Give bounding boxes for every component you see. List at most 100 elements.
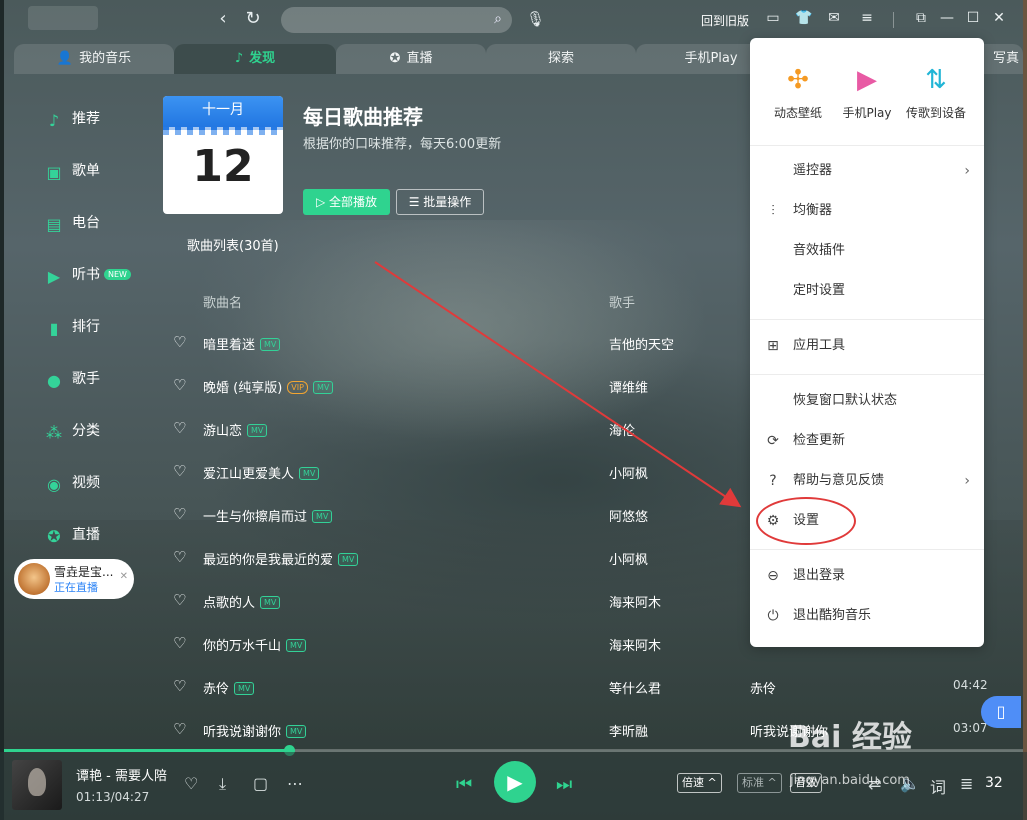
play-button[interactable]: ▶ <box>494 761 536 803</box>
sidebar-item-live[interactable]: ✪ 直播 <box>45 522 100 548</box>
song-title[interactable]: 爱江山更爱美人 MV <box>203 463 320 482</box>
close-icon[interactable]: ✕ <box>990 10 1008 26</box>
quality-button[interactable]: 标准 ^ <box>737 773 782 793</box>
heart-icon[interactable]: ♡ <box>173 677 186 695</box>
now-playing-title[interactable]: 谭艳 - 需要人陪 <box>76 765 167 784</box>
sidebar-item-videos[interactable]: ◉ 视频 <box>45 470 100 496</box>
heart-icon[interactable]: ♡ <box>173 505 186 523</box>
search-input[interactable]: ⌕ <box>281 7 512 33</box>
tab-my-music[interactable]: 👤 我的音乐 <box>14 44 174 74</box>
speed-button[interactable]: 倍速 ^ <box>677 773 722 793</box>
mv-badge[interactable]: MV <box>260 338 281 351</box>
minimode-icon[interactable]: ⧉ <box>912 10 930 26</box>
menu-item-help-feedback[interactable]: ? 帮助与意见反馈 › <box>750 463 984 499</box>
search-icon[interactable]: ⌕ <box>494 11 502 27</box>
mv-badge[interactable]: MV <box>260 596 281 609</box>
playlist-icon[interactable]: ≣ <box>960 774 973 793</box>
menu-item-check-update[interactable]: ⟳ 检查更新 <box>750 423 984 459</box>
mv-badge[interactable]: MV <box>286 725 307 738</box>
shirt-icon[interactable]: 👕 <box>795 10 813 26</box>
mv-badge[interactable]: MV <box>312 381 334 394</box>
tab-live[interactable]: ✪ 直播 <box>336 44 486 74</box>
heart-icon[interactable]: ♡ <box>184 774 198 793</box>
song-singer[interactable]: 吉他的天空 <box>609 334 674 353</box>
song-title[interactable]: 你的万水千山 MV <box>203 635 307 654</box>
comment-icon[interactable]: ▢ <box>253 774 268 793</box>
song-singer[interactable]: 小阿枫 <box>609 549 648 568</box>
minimize-icon[interactable]: — <box>938 10 956 26</box>
maximize-icon[interactable]: ☐ <box>964 10 982 26</box>
sidebar-item-singers[interactable]: ● 歌手 <box>45 366 100 392</box>
song-singer[interactable]: 李昕融 <box>609 721 648 740</box>
menu-item-remote[interactable]: 遥控器 › <box>750 153 984 189</box>
menu-item-timer[interactable]: 定时设置 <box>750 273 984 309</box>
menu-dynamic-wallpaper[interactable]: ✣ 动态壁纸 <box>763 64 833 121</box>
more-icon[interactable]: ⋯ <box>287 774 303 793</box>
menu-phone-play[interactable]: ▶ 手机Play <box>832 64 902 121</box>
live-card[interactable]: 雪垚是宝... 正在直播 ✕ <box>14 559 134 599</box>
column-header-song[interactable]: 歌曲名 <box>203 292 242 311</box>
tab-explore[interactable]: 探索 <box>486 44 636 74</box>
heart-icon[interactable]: ♡ <box>173 462 186 480</box>
song-singer[interactable]: 海伦 <box>609 420 635 439</box>
song-singer[interactable]: 阿悠悠 <box>609 506 648 525</box>
heart-icon[interactable]: ♡ <box>173 548 186 566</box>
song-title[interactable]: 点歌的人 MV <box>203 592 281 611</box>
song-singer[interactable]: 小阿枫 <box>609 463 648 482</box>
column-header-singer[interactable]: 歌手 <box>609 292 635 311</box>
play-all-button[interactable]: ▷ 全部播放 <box>303 189 390 215</box>
heart-icon[interactable]: ♡ <box>173 333 186 351</box>
mv-badge[interactable]: MV <box>234 682 255 695</box>
sidebar-item-playlists[interactable]: ▣ 歌单 <box>45 158 100 184</box>
tab-discover[interactable]: ♪ 发现 <box>174 44 336 74</box>
song-title[interactable]: 游山恋 MV <box>203 420 268 439</box>
sidebar-item-charts[interactable]: ▮ 排行 <box>45 314 100 340</box>
mail-icon[interactable]: ✉ <box>825 10 843 26</box>
menu-item-sound-plugins[interactable]: 音效插件 <box>750 233 984 269</box>
menu-icon[interactable]: ≡ <box>858 10 876 26</box>
table-row[interactable]: ♡ 赤伶 MV 等什么君 赤伶 04:42 <box>166 665 998 708</box>
previous-button[interactable]: ⏮ <box>456 774 472 795</box>
song-singer[interactable]: 海来阿木 <box>609 592 661 611</box>
refresh-icon[interactable]: ↻ <box>243 9 263 29</box>
close-icon[interactable]: ✕ <box>120 571 128 582</box>
heart-icon[interactable]: ♡ <box>173 634 186 652</box>
sidebar-item-radio[interactable]: ▤ 电台 <box>45 210 100 236</box>
back-to-old-version-link[interactable]: 回到旧版 <box>701 12 749 29</box>
mv-badge[interactable]: MV <box>286 639 307 652</box>
heart-icon[interactable]: ♡ <box>173 720 186 738</box>
sidebar-item-recommend[interactable]: ♪ 推荐 <box>45 106 100 132</box>
song-title[interactable]: 一生与你擦肩而过 MV <box>203 506 333 525</box>
song-album[interactable]: 赤伶 <box>750 678 776 697</box>
menu-item-quit-app[interactable]: ⏻ 退出酷狗音乐 <box>750 598 984 634</box>
app-logo[interactable] <box>28 6 98 30</box>
download-icon[interactable]: ⤓ <box>219 774 226 794</box>
song-singer[interactable]: 谭维维 <box>609 377 648 396</box>
song-title[interactable]: 暗里着迷 MV <box>203 334 281 353</box>
song-title[interactable]: 最远的你是我最近的爱 MV <box>203 549 359 568</box>
mv-badge[interactable]: MV <box>312 510 333 523</box>
heart-icon[interactable]: ♡ <box>173 419 186 437</box>
menu-item-app-tools[interactable]: ⊞ 应用工具 <box>750 328 984 364</box>
monitor-icon[interactable]: ▭ <box>764 10 782 26</box>
heart-icon[interactable]: ♡ <box>173 376 186 394</box>
song-title[interactable]: 晚婚 (纯享版) VIP MV <box>203 377 334 396</box>
menu-item-equalizer[interactable]: ⫶ 均衡器 <box>750 193 984 229</box>
album-cover[interactable] <box>12 760 62 810</box>
phone-float-button[interactable]: ▯ <box>981 696 1021 728</box>
menu-item-restore-window[interactable]: 恢复窗口默认状态 <box>750 383 984 419</box>
batch-operation-button[interactable]: ☰ 批量操作 <box>396 189 484 215</box>
mv-badge[interactable]: MV <box>299 467 320 480</box>
next-button[interactable]: ⏭ <box>556 774 572 795</box>
song-singer[interactable]: 等什么君 <box>609 678 661 697</box>
mv-badge[interactable]: MV <box>338 553 359 566</box>
song-singer[interactable]: 海来阿木 <box>609 635 661 654</box>
sidebar-item-categories[interactable]: ⁂ 分类 <box>45 418 100 444</box>
heart-icon[interactable]: ♡ <box>173 591 186 609</box>
song-title[interactable]: 听我说谢谢你 MV <box>203 721 307 740</box>
back-icon[interactable]: ‹ <box>213 9 233 29</box>
mic-icon[interactable]: 🎙 <box>526 10 545 28</box>
mv-badge[interactable]: MV <box>247 424 268 437</box>
lyrics-icon[interactable]: 词 <box>930 774 946 798</box>
menu-transfer-to-device[interactable]: ⇅ 传歌到设备 <box>901 64 971 121</box>
